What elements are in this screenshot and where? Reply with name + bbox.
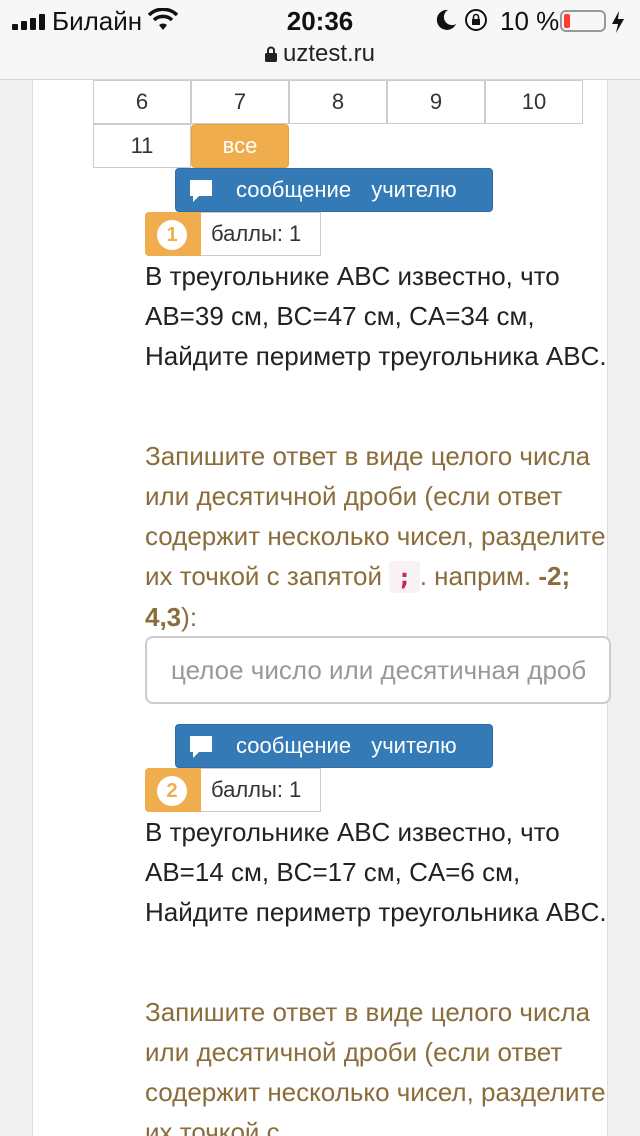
page-10-button[interactable]: 10 <box>485 80 583 124</box>
question-text: В треугольнике ABC известно, что AB=39 с… <box>145 261 607 371</box>
question-number: 1 <box>157 220 187 250</box>
question-score: баллы: 1 <box>201 768 321 812</box>
address-bar[interactable]: uztest.ru <box>0 40 640 80</box>
question-score: баллы: 1 <box>201 212 321 256</box>
message-teacher-button[interactable]: сообщение учителю <box>175 724 493 768</box>
message-teacher-label: сообщение учителю <box>236 733 457 758</box>
question-text: В треугольнике ABC известно, что AB=14 с… <box>145 817 607 927</box>
question-number: 2 <box>157 776 187 806</box>
chat-bubble-icon <box>190 180 212 202</box>
url-text: uztest.ru <box>282 40 376 67</box>
page-11-button[interactable]: 11 <box>93 124 191 168</box>
message-teacher-button[interactable]: сообщение учителю <box>175 168 493 212</box>
answer-input[interactable] <box>145 636 611 704</box>
do-not-disturb-icon <box>436 9 456 30</box>
battery-icon <box>560 10 606 32</box>
question-number-badge: 2 <box>145 768 201 812</box>
hint-close: ): <box>181 602 198 632</box>
page-9-button[interactable]: 9 <box>387 80 485 124</box>
charging-icon <box>612 11 624 33</box>
hint-separator: ; <box>389 561 420 593</box>
answer-instructions: Запишите ответ в виде целого числа или д… <box>145 436 615 637</box>
battery-percent: 10 % <box>500 6 560 36</box>
hint-example-label: . наприм. <box>419 561 539 591</box>
answer-instructions: Запишите ответ в виде целого числа или д… <box>145 992 615 1136</box>
page-content: 6 7 8 9 10 11 все сообщение учителю 1 ба… <box>0 80 640 1136</box>
rotation-lock-icon <box>465 9 487 31</box>
chat-bubble-icon <box>190 736 212 758</box>
page-8-button[interactable]: 8 <box>289 80 387 124</box>
message-teacher-label: сообщение учителю <box>236 177 457 202</box>
hint-text: Запишите ответ в виде целого числа или д… <box>145 997 606 1136</box>
question-number-badge: 1 <box>145 212 201 256</box>
page-6-button[interactable]: 6 <box>93 80 191 124</box>
lock-icon <box>264 46 277 62</box>
page-all-button[interactable]: все <box>191 124 289 168</box>
status-bar: Билайн 20:36 10 % <box>0 0 640 44</box>
test-card: 6 7 8 9 10 11 все сообщение учителю 1 ба… <box>32 80 611 1136</box>
page-7-button[interactable]: 7 <box>191 80 289 124</box>
